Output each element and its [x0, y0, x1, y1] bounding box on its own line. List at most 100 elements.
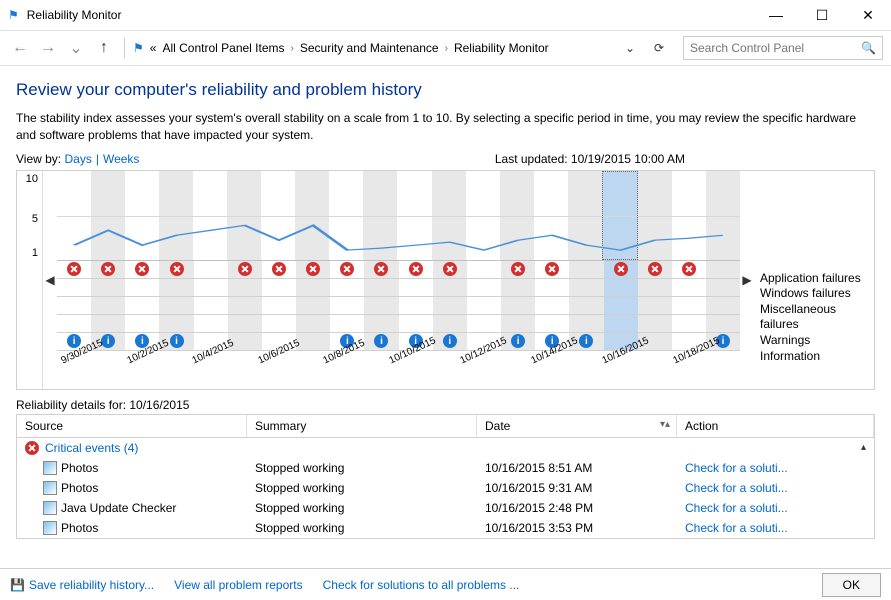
footer: 💾Save reliability history... View all pr… [0, 568, 891, 600]
table-row[interactable]: Photos Stopped working 10/16/2015 9:31 A… [17, 478, 874, 498]
error-icon [67, 262, 81, 276]
bc-item-security[interactable]: Security and Maintenance [300, 41, 439, 55]
action-link[interactable]: Check for a soluti... [677, 460, 874, 476]
source-text: Photos [61, 521, 98, 535]
error-icon [135, 262, 149, 276]
error-icon [101, 262, 115, 276]
date-text: 10/16/2015 3:53 PM [477, 520, 677, 536]
sort-icon[interactable]: ▾▴ [660, 419, 670, 430]
chevron-right-icon[interactable]: › [291, 43, 294, 54]
collapse-icon[interactable]: ▴ [861, 442, 866, 453]
date-text: 10/16/2015 9:31 AM [477, 480, 677, 496]
error-icon [170, 262, 184, 276]
view-weeks-link[interactable]: Weeks [103, 152, 139, 166]
bc-item-reliability[interactable]: Reliability Monitor [454, 41, 549, 55]
view-all-reports-link[interactable]: View all problem reports [174, 578, 303, 592]
error-icon [682, 262, 696, 276]
date-text: 10/16/2015 8:51 AM [477, 460, 677, 476]
page-heading: Review your computer's reliability and p… [16, 80, 875, 100]
event-row [57, 279, 740, 297]
group-critical-events[interactable]: Critical events (4) ▴ [17, 438, 874, 458]
error-icon [306, 262, 320, 276]
minimize-button[interactable]: — [753, 0, 799, 30]
event-legend: Application failures Windows failures Mi… [754, 171, 874, 389]
legend-win-failures: Windows failures [760, 286, 870, 302]
event-row [57, 261, 740, 279]
page-description: The stability index assesses your system… [16, 110, 875, 144]
details-table-body[interactable]: Critical events (4) ▴ Photos Stopped wor… [16, 438, 875, 539]
history-dropdown[interactable]: ⌄ [64, 36, 88, 60]
search-box[interactable]: 🔍 [683, 36, 883, 60]
app-icon [43, 501, 57, 515]
col-date[interactable]: Date▾▴ [477, 415, 677, 437]
check-solutions-link[interactable]: Check for solutions to all problems ... [323, 578, 520, 592]
scroll-left-button[interactable]: ◀ [43, 171, 57, 389]
bc-dropdown-icon[interactable]: ⌄ [625, 41, 635, 55]
flag-icon: ⚑ [8, 8, 19, 22]
chevron-right-icon[interactable]: › [445, 43, 448, 54]
last-updated: Last updated: 10/19/2015 10:00 AM [495, 152, 685, 166]
maximize-button[interactable]: ☐ [799, 0, 845, 30]
error-icon [511, 262, 525, 276]
details-header: Reliability details for: 10/16/2015 [16, 398, 875, 412]
error-icon [614, 262, 628, 276]
legend-information: Information [760, 349, 870, 365]
error-icon [648, 262, 662, 276]
search-input[interactable] [690, 41, 861, 55]
bc-item-control-panel[interactable]: All Control Panel Items [162, 41, 284, 55]
link-separator: | [96, 152, 99, 166]
view-by-label: View by: [16, 152, 61, 166]
action-link[interactable]: Check for a soluti... [677, 500, 874, 516]
col-summary[interactable]: Summary [247, 415, 477, 437]
action-link[interactable]: Check for a soluti... [677, 520, 874, 536]
view-days-link[interactable]: Days [64, 152, 91, 166]
table-row[interactable]: Java Update Checker Stopped working 10/1… [17, 498, 874, 518]
save-history-link[interactable]: 💾Save reliability history... [10, 578, 154, 592]
error-icon [443, 262, 457, 276]
source-text: Photos [61, 481, 98, 495]
legend-warnings: Warnings [760, 333, 870, 349]
app-icon [43, 521, 57, 535]
app-icon [43, 461, 57, 475]
app-icon [43, 481, 57, 495]
error-icon [374, 262, 388, 276]
legend-misc-failures: Miscellaneous failures [760, 302, 870, 333]
col-action[interactable]: Action [677, 415, 874, 437]
summary-text: Stopped working [247, 520, 477, 536]
summary-text: Stopped working [247, 460, 477, 476]
col-source[interactable]: Source [17, 415, 247, 437]
forward-button[interactable]: → [36, 36, 60, 60]
y-tick-10: 10 [26, 173, 38, 185]
error-icon [238, 262, 252, 276]
search-icon[interactable]: 🔍 [861, 41, 876, 55]
close-button[interactable]: ✕ [845, 0, 891, 30]
event-row [57, 315, 740, 333]
source-text: Photos [61, 461, 98, 475]
source-text: Java Update Checker [61, 501, 176, 515]
refresh-button[interactable]: ⟳ [647, 36, 671, 60]
y-axis: 10 5 1 [17, 171, 43, 389]
y-tick-5: 5 [32, 213, 38, 225]
summary-text: Stopped working [247, 500, 477, 516]
table-row[interactable]: Photos Stopped working 10/16/2015 8:51 A… [17, 458, 874, 478]
error-icon [340, 262, 354, 276]
error-icon [272, 262, 286, 276]
error-icon [409, 262, 423, 276]
bc-prefix[interactable]: « [150, 41, 157, 55]
flag-icon: ⚑ [133, 41, 144, 55]
plot-area: iiiiiiiiiiii 9/30/201510/2/201510/4/2015… [57, 171, 740, 389]
ok-button[interactable]: OK [822, 573, 881, 597]
event-row [57, 297, 740, 315]
window-title: Reliability Monitor [27, 8, 753, 22]
titlebar: ⚑ Reliability Monitor — ☐ ✕ [0, 0, 891, 30]
action-link[interactable]: Check for a soluti... [677, 480, 874, 496]
separator [124, 38, 125, 58]
error-icon [545, 262, 559, 276]
content: Review your computer's reliability and p… [0, 66, 891, 539]
summary-text: Stopped working [247, 480, 477, 496]
up-button[interactable]: ↑ [92, 36, 116, 60]
back-button[interactable]: ← [8, 36, 32, 60]
group-label: Critical events (4) [45, 441, 138, 455]
table-row[interactable]: Photos Stopped working 10/16/2015 3:53 P… [17, 518, 874, 538]
legend-app-failures: Application failures [760, 271, 870, 287]
